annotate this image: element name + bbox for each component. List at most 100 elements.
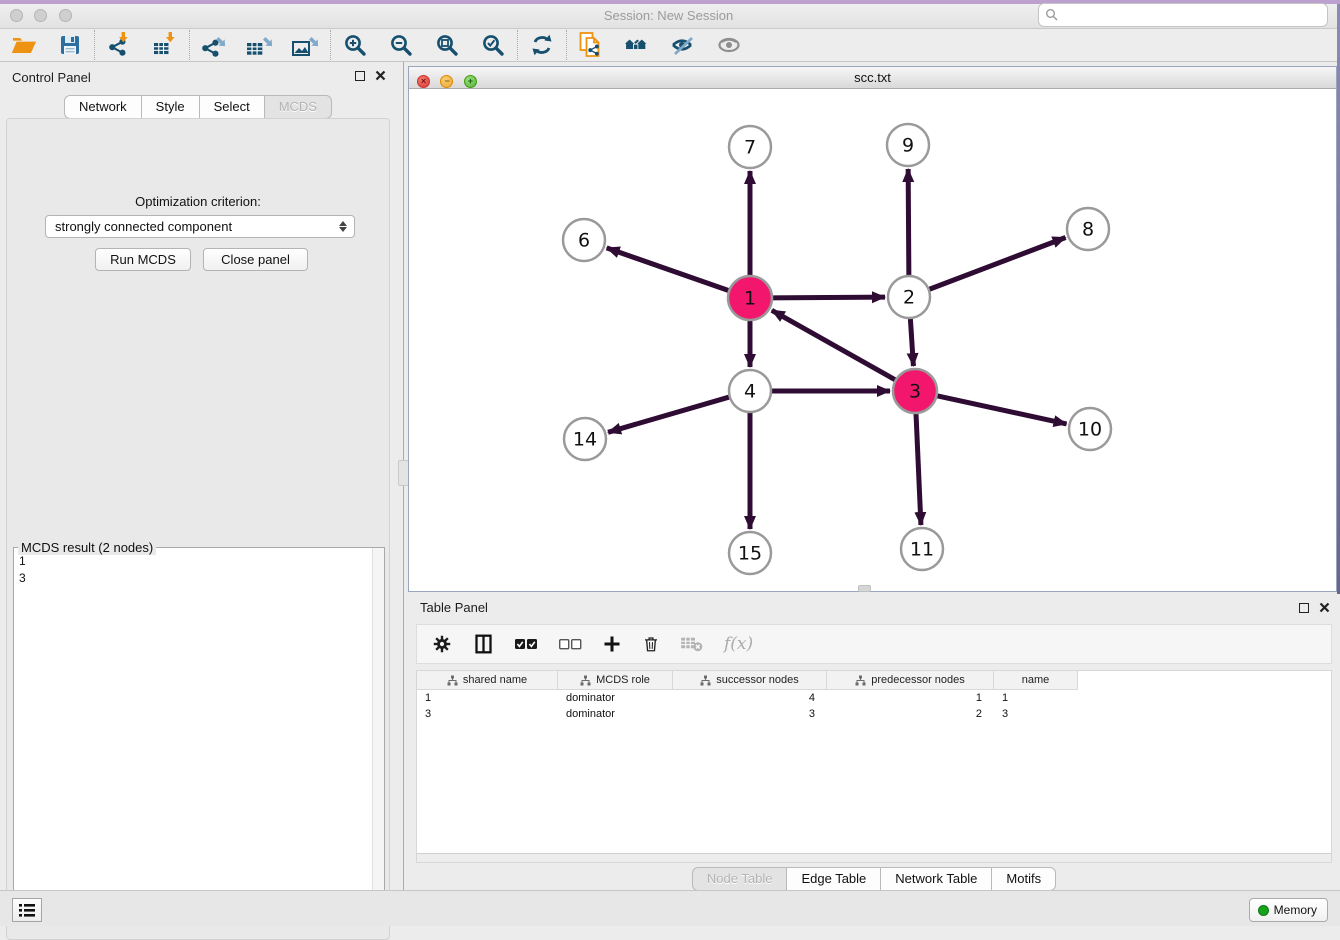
toolbar-group [518,31,566,59]
table-cell[interactable]: dominator [558,706,673,722]
toolbar-group [95,31,189,59]
search-input[interactable] [1059,6,1327,24]
node-table-header: shared name MCDS role successor nodes prede… [417,671,1331,690]
show-all-button[interactable] [715,31,743,59]
table-panel-title: Table Panel [420,600,488,615]
column-header-label: successor nodes [716,674,799,686]
mcds-result-text[interactable]: 1 3 [15,551,371,923]
control-panel-float-icon[interactable] [355,71,365,81]
column-header-name[interactable]: name [994,671,1078,690]
node-table-rows: 1dominator4113dominator323 [417,690,1331,722]
table-tab-edge-table[interactable]: Edge Table [786,867,881,891]
graph-node-label-11: 11 [910,539,934,561]
column-header-shared-name[interactable]: shared name [417,671,558,690]
horizontal-splitter-grip[interactable] [858,585,871,592]
import-network-button[interactable] [105,31,133,59]
tab-mcds[interactable]: MCDS [264,95,332,119]
table-cell[interactable]: 1 [417,690,558,706]
graph-edge-2-3[interactable] [910,316,913,366]
zoom-in-button[interactable] [341,31,369,59]
table-panel-close-icon[interactable] [1319,602,1330,613]
table-tab-network-table[interactable]: Network Table [880,867,992,891]
search-icon [1045,8,1059,22]
network-window-titlebar[interactable]: × − + scc.txt [409,67,1336,89]
graph-edge-4-14[interactable] [608,396,732,432]
column-header-successor-nodes[interactable]: successor nodes [673,671,827,690]
column-header-predecessor-nodes[interactable]: predecessor nodes [827,671,994,690]
graph-node-label-6: 6 [578,230,590,252]
optimization-criterion-select[interactable]: strongly connected component [45,215,355,238]
graph-edge-3-10[interactable] [934,395,1067,424]
graph-edge-1-2[interactable] [769,297,885,298]
save-session-icon [58,33,82,57]
run-mcds-button[interactable]: Run MCDS [95,248,191,271]
graph-edge-2-9[interactable] [908,169,909,278]
zoom-selected-button[interactable] [479,31,507,59]
zoom-fit-icon [435,33,459,57]
graph-node-label-10: 10 [1078,419,1102,441]
zoom-fit-button[interactable] [433,31,461,59]
import-table-icon [152,32,178,58]
table-cell[interactable]: 3 [417,706,558,722]
toggle-columns-icon [473,633,494,655]
delete-column-icon [642,634,660,654]
graph-edge-3-1[interactable] [772,310,899,381]
table-cell[interactable]: 4 [673,690,827,706]
graph-edge-3-11[interactable] [916,410,921,525]
refresh-layout-button[interactable] [528,31,556,59]
main-toolbar [0,29,1337,62]
tab-style[interactable]: Style [141,95,200,119]
graph-edge-1-6[interactable] [607,248,732,292]
delete-column-button[interactable] [642,634,660,654]
table-cell[interactable]: 1 [994,690,1078,706]
export-image-button[interactable] [292,31,320,59]
open-file-button[interactable] [10,31,38,59]
deselect-all-button[interactable] [558,637,582,651]
close-panel-button[interactable]: Close panel [203,248,308,271]
zoom-out-button[interactable] [387,31,415,59]
mcds-result-scrollbar[interactable] [372,548,384,924]
save-session-button[interactable] [56,31,84,59]
tab-network[interactable]: Network [64,95,142,119]
graph-edge-2-8[interactable] [927,238,1066,291]
table-cell[interactable]: 2 [827,706,994,722]
export-network-button[interactable] [200,31,228,59]
column-namespace-icon [447,675,458,686]
table-scroll-strip[interactable] [416,853,1332,863]
table-settings-button[interactable] [431,633,453,655]
table-tab-node-table[interactable]: Node Table [692,867,788,891]
table-cell[interactable]: 3 [673,706,827,722]
hide-selected-button[interactable] [669,31,697,59]
table-panel-float-icon[interactable] [1299,603,1309,613]
table-tab-motifs[interactable]: Motifs [991,867,1056,891]
new-network-from-selection-button[interactable] [577,31,605,59]
table-cell[interactable]: dominator [558,690,673,706]
network-window-title: scc.txt [409,70,1336,85]
select-all-button[interactable] [514,637,538,651]
export-table-button[interactable] [246,31,274,59]
memory-status-icon [1258,905,1269,916]
task-history-button[interactable] [12,898,42,922]
toggle-columns-button[interactable] [473,633,494,655]
network-canvas[interactable]: 7 9 6 8 1 2 4 3 14 10 15 11 [409,89,1336,591]
open-file-icon [11,33,37,57]
import-table-button[interactable] [151,31,179,59]
graph-node-label-9: 9 [902,135,914,157]
first-neighbors-button[interactable] [623,31,651,59]
graph-node-label-8: 8 [1082,219,1094,241]
zoom-in-icon [343,33,367,57]
graph-node-label-14: 14 [573,429,597,451]
import-network-icon [106,32,132,58]
control-panel-tabstrip: NetworkStyleSelectMCDS [0,95,396,119]
column-header-label: MCDS role [596,674,650,686]
add-column-button[interactable] [602,634,622,654]
control-panel-close-icon[interactable] [375,70,386,81]
tab-select[interactable]: Select [199,95,265,119]
memory-button[interactable]: Memory [1249,898,1328,922]
column-namespace-icon [700,675,711,686]
table-cell[interactable]: 1 [827,690,994,706]
column-header-MCDS-role[interactable]: MCDS role [558,671,673,690]
control-panel: Control Panel NetworkStyleSelectMCDS Opt… [0,62,396,890]
table-cell[interactable]: 3 [994,706,1078,722]
search-box[interactable] [1038,3,1328,27]
